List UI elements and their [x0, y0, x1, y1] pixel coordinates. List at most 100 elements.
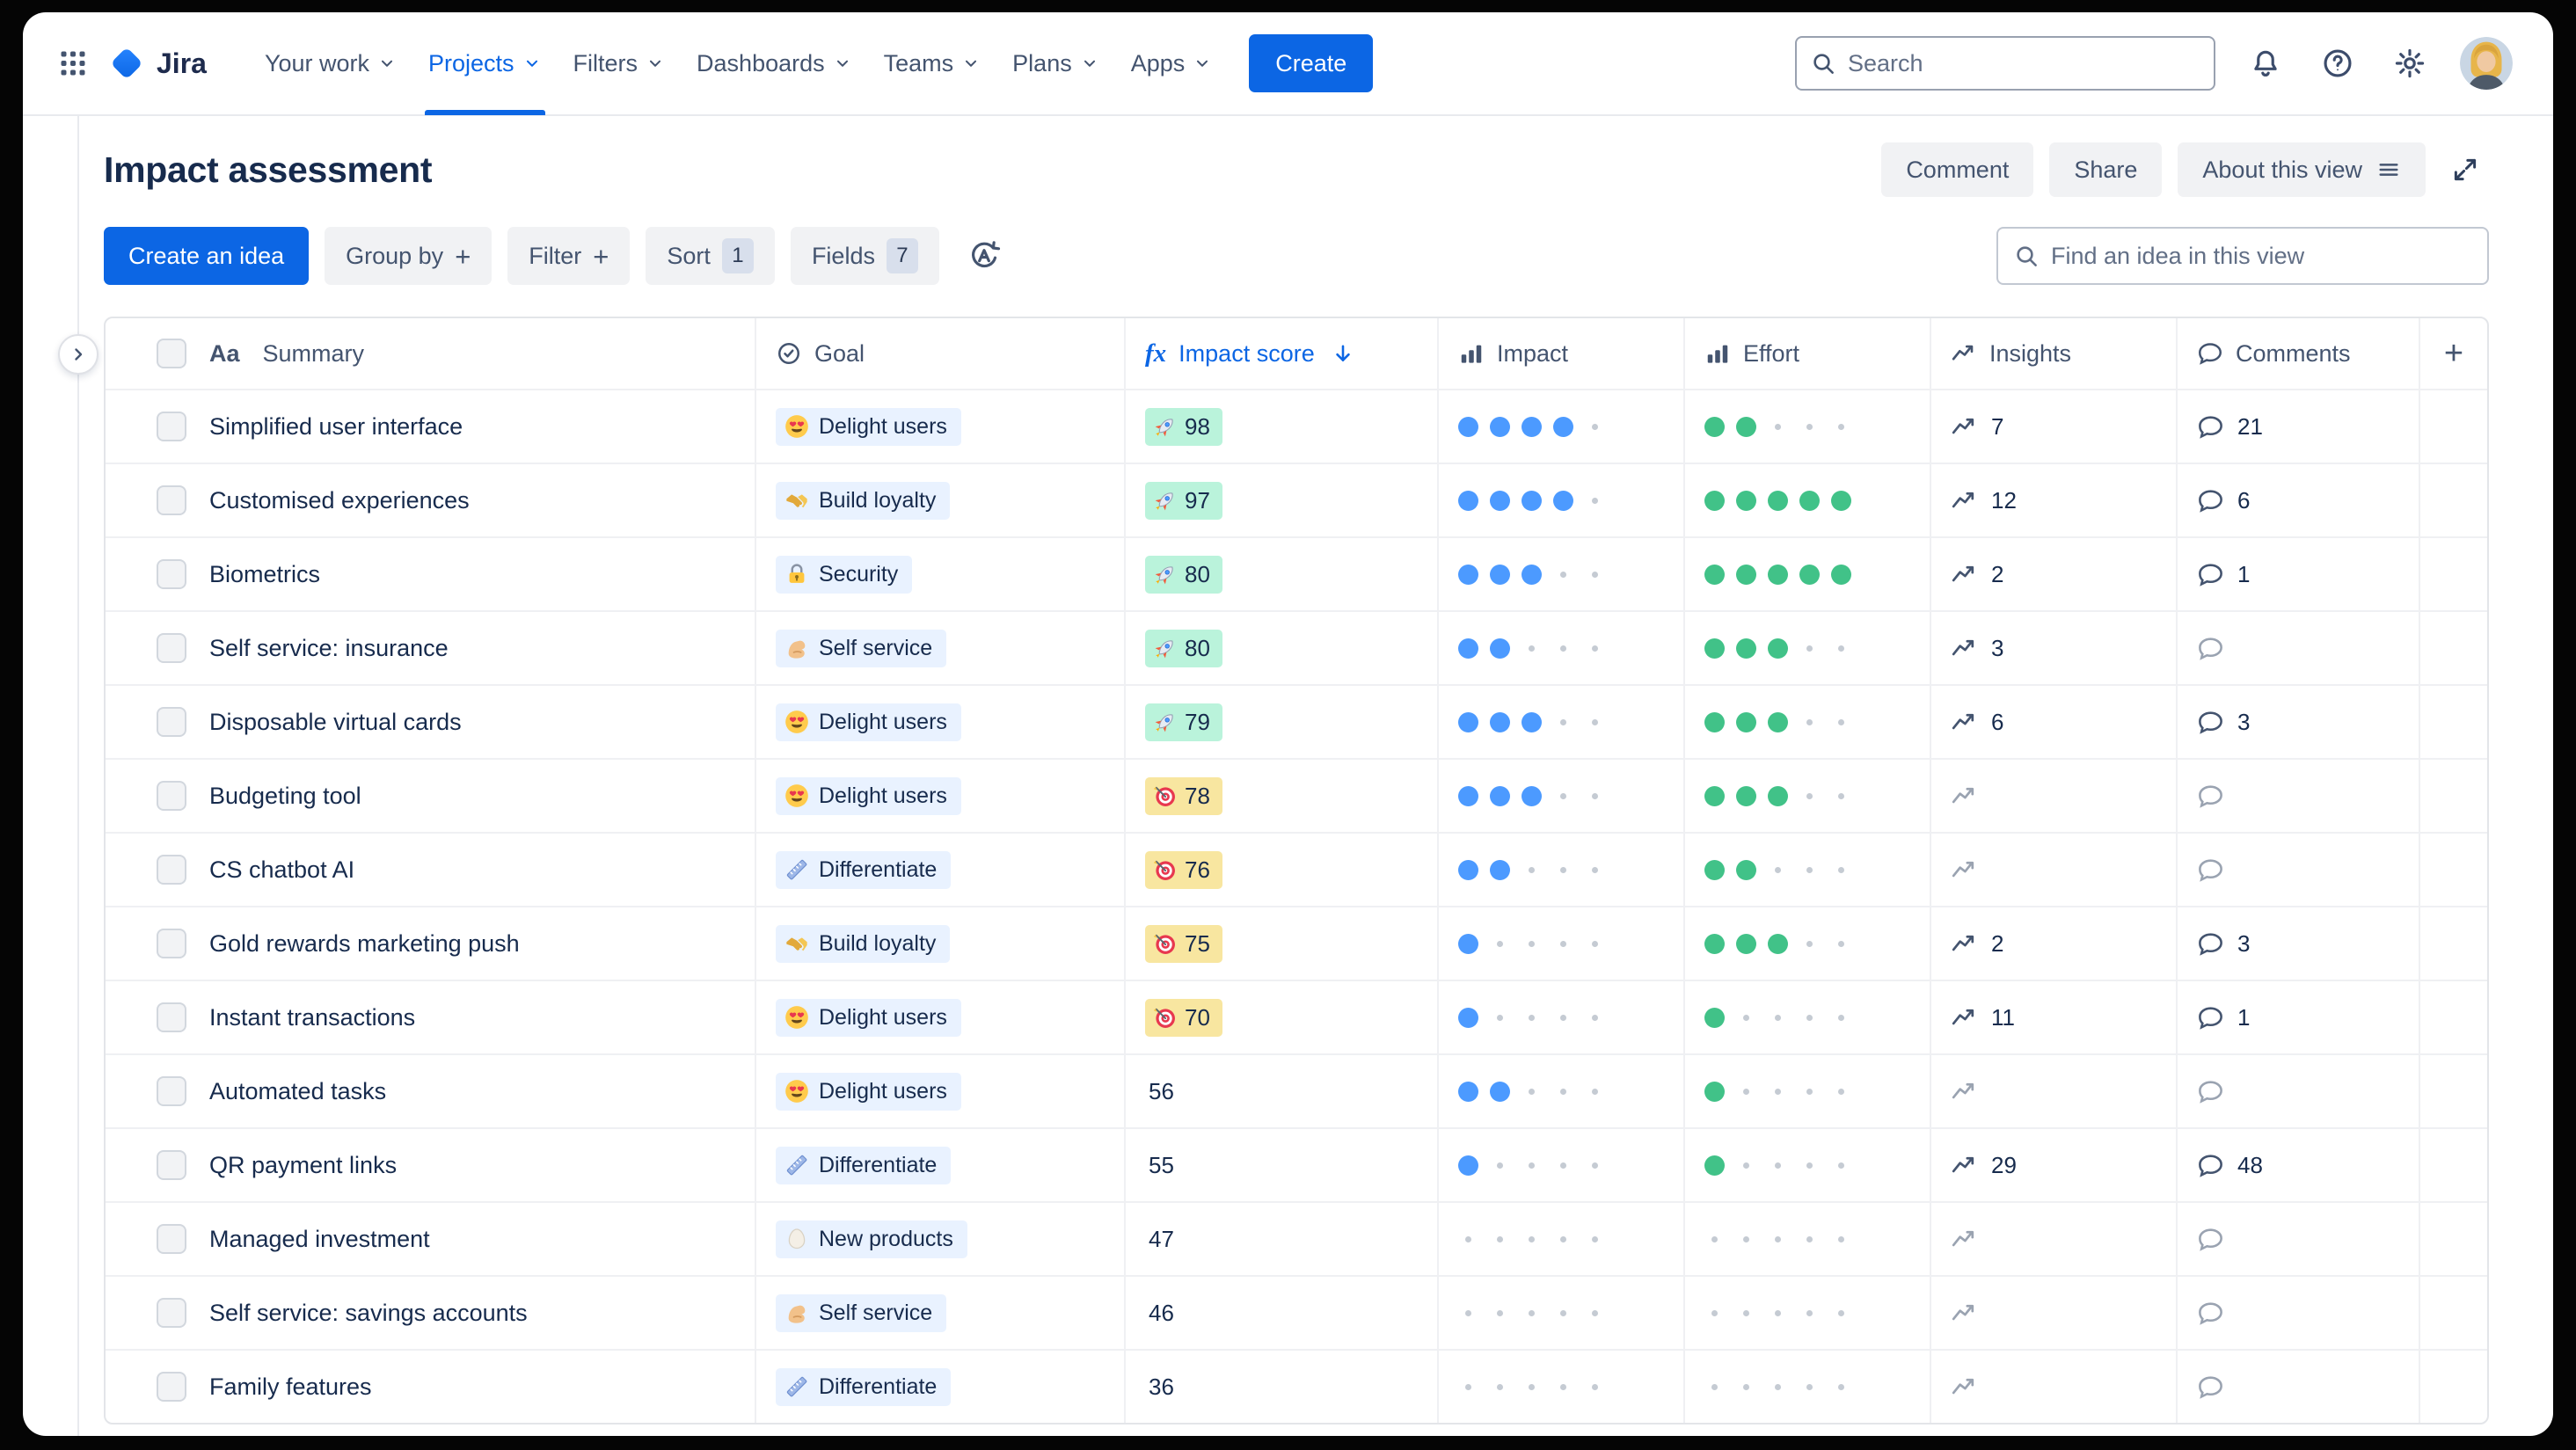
comments-cell[interactable]	[2176, 834, 2419, 906]
goal-badge[interactable]: Delight users	[776, 998, 961, 1037]
nav-item-teams[interactable]: Teams	[868, 12, 997, 115]
row-checkbox[interactable]	[157, 412, 186, 441]
effort-cell[interactable]	[1683, 1055, 1930, 1127]
table-row[interactable]: Self service: insurance Self service 80 3	[106, 610, 2487, 684]
impact-cell[interactable]	[1437, 1055, 1683, 1127]
goal-badge[interactable]: New products	[776, 1220, 967, 1258]
comments-cell[interactable]	[2176, 1203, 2419, 1275]
insights-cell[interactable]: 3	[1930, 612, 2176, 684]
summary-cell[interactable]: Simplified user interface	[106, 390, 755, 463]
effort-cell[interactable]	[1683, 1277, 1930, 1349]
insights-cell[interactable]: 11	[1930, 981, 2176, 1053]
comments-cell[interactable]	[2176, 1277, 2419, 1349]
help-button[interactable]	[2316, 41, 2360, 85]
comments-cell[interactable]: 1	[2176, 538, 2419, 610]
comments-cell[interactable]: 48	[2176, 1129, 2419, 1201]
effort-rating[interactable]	[1704, 933, 1851, 954]
auto-sort-button[interactable]	[959, 230, 1010, 281]
row-checkbox[interactable]	[157, 1076, 186, 1106]
impact-rating[interactable]	[1458, 1007, 1605, 1028]
row-checkbox[interactable]	[157, 559, 186, 589]
notifications-button[interactable]	[2244, 41, 2288, 85]
comments-cell[interactable]	[2176, 760, 2419, 832]
impact-rating[interactable]	[1458, 933, 1605, 954]
effort-rating[interactable]	[1704, 711, 1851, 732]
summary-column-header[interactable]: Aa Summary	[106, 318, 755, 389]
nav-item-projects[interactable]: Projects	[412, 12, 558, 115]
goal-badge[interactable]: Build loyalty	[776, 924, 951, 963]
user-avatar[interactable]	[2460, 37, 2513, 90]
filter-chip[interactable]: Filter +	[507, 227, 631, 285]
summary-cell[interactable]: Instant transactions	[106, 981, 755, 1053]
goal-badge[interactable]: Delight users	[776, 407, 961, 446]
goal-cell[interactable]: Build loyalty	[755, 907, 1124, 980]
summary-cell[interactable]: Disposable virtual cards	[106, 686, 755, 758]
summary-cell[interactable]: Customised experiences	[106, 464, 755, 536]
summary-cell[interactable]: Self service: insurance	[106, 612, 755, 684]
impact-cell[interactable]	[1437, 760, 1683, 832]
goal-badge[interactable]: Delight users	[776, 776, 961, 815]
impact-cell[interactable]	[1437, 612, 1683, 684]
comments-cell[interactable]	[2176, 1055, 2419, 1127]
goal-cell[interactable]: Differentiate	[755, 1351, 1124, 1423]
row-checkbox[interactable]	[157, 1150, 186, 1180]
impact-rating[interactable]	[1458, 1155, 1605, 1176]
goal-badge[interactable]: Build loyalty	[776, 481, 951, 520]
summary-cell[interactable]: Family features	[106, 1351, 755, 1423]
effort-cell[interactable]	[1683, 981, 1930, 1053]
add-column-header[interactable]: +	[2419, 318, 2487, 389]
comments-cell[interactable]	[2176, 1351, 2419, 1423]
effort-rating[interactable]	[1704, 785, 1851, 806]
goal-cell[interactable]: Self service	[755, 612, 1124, 684]
insights-cell[interactable]	[1930, 1351, 2176, 1423]
table-row[interactable]: Disposable virtual cards Delight users 79 6…	[106, 684, 2487, 758]
goal-badge[interactable]: Differentiate	[776, 1146, 952, 1184]
insights-cell[interactable]	[1930, 1277, 2176, 1349]
create-button[interactable]: Create	[1249, 34, 1374, 92]
impact-rating[interactable]	[1458, 564, 1605, 585]
nav-item-dashboards[interactable]: Dashboards	[681, 12, 868, 115]
nav-item-filters[interactable]: Filters	[558, 12, 682, 115]
row-checkbox[interactable]	[157, 1002, 186, 1032]
effort-cell[interactable]	[1683, 907, 1930, 980]
impact-rating[interactable]	[1458, 638, 1605, 659]
impact-cell[interactable]	[1437, 1129, 1683, 1201]
impact-cell[interactable]	[1437, 686, 1683, 758]
row-checkbox[interactable]	[157, 781, 186, 811]
goal-badge[interactable]: Security	[776, 555, 913, 594]
effort-cell[interactable]	[1683, 1351, 1930, 1423]
impact-rating[interactable]	[1458, 785, 1605, 806]
goal-cell[interactable]: Delight users	[755, 686, 1124, 758]
table-row[interactable]: Gold rewards marketing push Build loyalty…	[106, 906, 2487, 980]
goal-cell[interactable]: Differentiate	[755, 834, 1124, 906]
table-row[interactable]: CS chatbot AI Differentiate 76	[106, 832, 2487, 906]
table-row[interactable]: QR payment links Differentiate 55 29 48	[106, 1127, 2487, 1201]
row-checkbox[interactable]	[157, 1372, 186, 1402]
comments-cell[interactable]	[2176, 612, 2419, 684]
impact-rating[interactable]	[1458, 1081, 1605, 1102]
comments-column-header[interactable]: Comments	[2176, 318, 2419, 389]
table-row[interactable]: Budgeting tool Delight users 78	[106, 758, 2487, 832]
effort-rating[interactable]	[1704, 1007, 1851, 1028]
impact-cell[interactable]	[1437, 538, 1683, 610]
insights-cell[interactable]	[1930, 760, 2176, 832]
effort-cell[interactable]	[1683, 464, 1930, 536]
insights-cell[interactable]	[1930, 1055, 2176, 1127]
nav-item-plans[interactable]: Plans	[996, 12, 1115, 115]
effort-rating[interactable]	[1704, 564, 1851, 585]
table-row[interactable]: Biometrics Security 80 2 1	[106, 536, 2487, 610]
impact-cell[interactable]	[1437, 1351, 1683, 1423]
comment-button[interactable]: Comment	[1881, 142, 2034, 197]
share-button[interactable]: Share	[2049, 142, 2163, 197]
find-idea-input[interactable]	[1996, 227, 2489, 285]
insights-cell[interactable]	[1930, 834, 2176, 906]
row-checkbox[interactable]	[157, 485, 186, 515]
effort-cell[interactable]	[1683, 686, 1930, 758]
effort-cell[interactable]	[1683, 612, 1930, 684]
insights-cell[interactable]	[1930, 1203, 2176, 1275]
goal-cell[interactable]: Differentiate	[755, 1129, 1124, 1201]
impact-rating[interactable]	[1458, 1377, 1605, 1397]
comments-cell[interactable]: 6	[2176, 464, 2419, 536]
goal-badge[interactable]: Delight users	[776, 1072, 961, 1111]
effort-cell[interactable]	[1683, 834, 1930, 906]
